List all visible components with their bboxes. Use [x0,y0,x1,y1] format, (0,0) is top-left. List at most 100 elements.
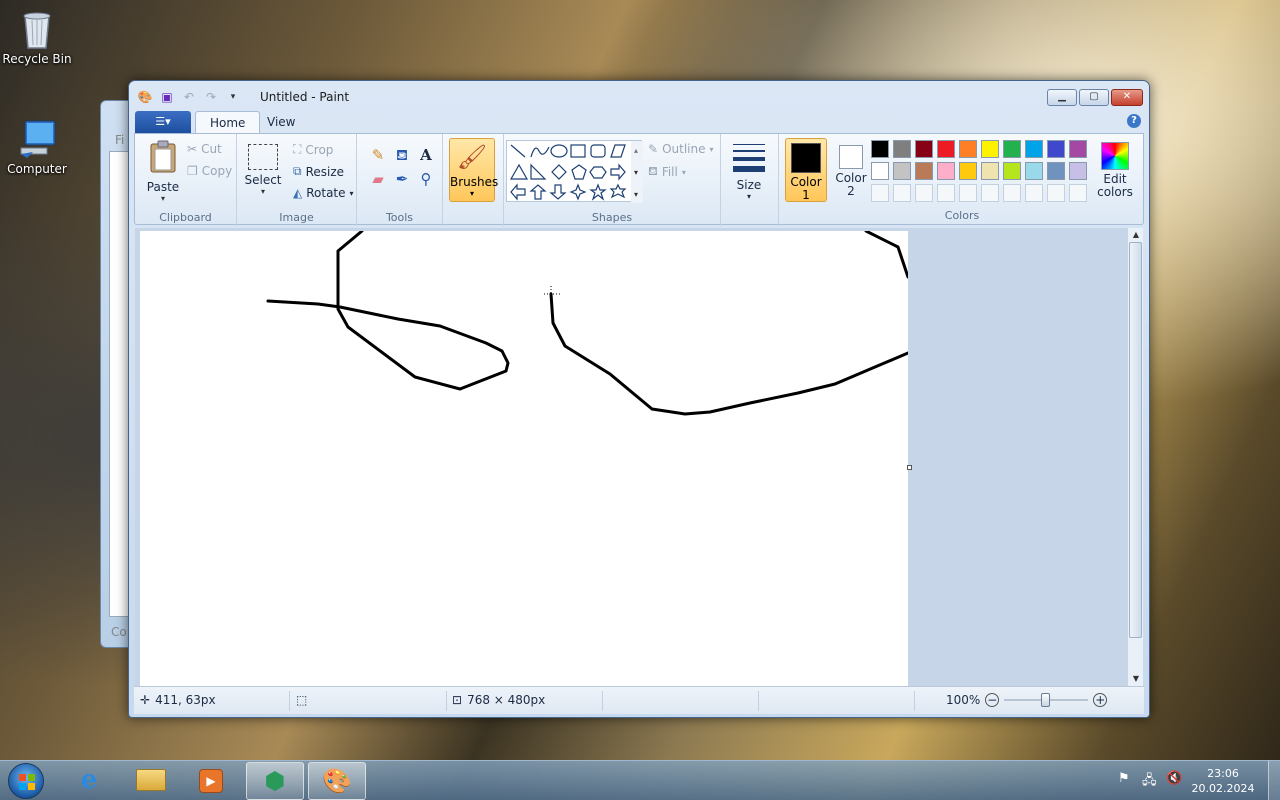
eraser-icon[interactable]: ▰ [367,168,389,190]
image-size-text: 768 × 480px [467,693,546,707]
palette-color-swatch[interactable] [981,140,999,158]
tab-view[interactable]: View [253,111,309,133]
pencil-icon[interactable]: ✎ [367,144,389,166]
start-button[interactable] [8,763,44,799]
color1-button[interactable]: Color 1 [785,138,827,202]
palette-custom-slot[interactable] [1047,184,1065,202]
cut-button[interactable]: ✂ Cut [187,142,222,156]
color1-number: 1 [802,188,810,202]
palette-color-swatch[interactable] [1047,162,1065,180]
taskbar-app-cube[interactable]: ⬢ [246,762,304,800]
select-button[interactable]: Select ▾ [243,140,283,196]
colors-group-label: Colors [944,209,980,222]
taskbar-internet-explorer[interactable]: e [60,762,118,800]
palette-custom-slot[interactable] [1025,184,1043,202]
clock[interactable]: 23:06 20.02.2024 [1190,766,1256,796]
palette-color-swatch[interactable] [893,162,911,180]
palette-color-swatch[interactable] [1003,162,1021,180]
crop-button[interactable]: ⛶ Crop [293,142,333,157]
palette-color-swatch[interactable] [871,140,889,158]
taskbar-media-player[interactable]: ▶ [182,762,240,800]
palette-custom-slot[interactable] [937,184,955,202]
save-icon[interactable]: ▣ [159,89,175,105]
vertical-scrollbar[interactable]: ▲ ▼ [1127,228,1143,686]
paint-window: 🎨 ▣ ↶ ↷ ▾ Untitled - Paint ▁ ▢ ✕ ☰▾ Home… [128,80,1150,718]
window-title: Untitled - Paint [260,90,350,104]
paste-dropdown-icon[interactable]: ▾ [143,194,183,203]
drawing-canvas[interactable] [140,229,910,686]
brushes-button[interactable]: 🖌 Brushes ▾ [449,138,498,202]
zoom-slider-thumb[interactable] [1041,693,1051,707]
desktop-icon-computer[interactable]: Computer [0,118,74,176]
select-dropdown-icon[interactable]: ▾ [243,187,283,196]
undo-icon[interactable]: ↶ [181,89,197,105]
palette-custom-slot[interactable] [981,184,999,202]
minimize-button[interactable]: ▁ [1047,89,1077,106]
brushes-dropdown-icon: ▾ [469,189,474,198]
zoom-slider[interactable] [1004,693,1089,707]
palette-color-swatch[interactable] [937,162,955,180]
palette-color-swatch[interactable] [959,140,977,158]
folder-icon [136,769,166,791]
cursor-position-text: 411, 63px [155,693,216,707]
scrollbar-thumb[interactable] [1129,242,1142,638]
title-bar[interactable]: 🎨 ▣ ↶ ↷ ▾ Untitled - Paint ▁ ▢ ✕ [129,81,1149,111]
color-picker-icon[interactable]: ✒ [391,168,413,190]
help-icon[interactable]: ? [1127,114,1141,128]
canvas-resize-handle[interactable] [907,465,912,470]
network-icon[interactable]: 🖧 [1142,771,1157,793]
palette-custom-slot[interactable] [959,184,977,202]
customize-toolbar-icon[interactable]: ▾ [225,89,241,105]
show-desktop-button[interactable] [1268,761,1280,800]
outline-dropdown-icon: ▾ [709,144,714,154]
palette-color-swatch[interactable] [1003,140,1021,158]
text-icon[interactable]: A [415,144,437,166]
palette-custom-slot[interactable] [1003,184,1021,202]
palette-color-swatch[interactable] [937,140,955,158]
redo-icon[interactable]: ↷ [203,89,219,105]
palette-color-swatch[interactable] [1069,162,1087,180]
action-center-flag-icon[interactable]: ⚑ [1118,771,1130,786]
desktop-icon-recycle-bin[interactable]: Recycle Bin [0,8,74,66]
paint-app-icon[interactable]: 🎨 [137,89,153,105]
close-button[interactable]: ✕ [1111,89,1143,106]
size-button[interactable]: Size ▾ [729,140,769,201]
palette-custom-slot[interactable] [915,184,933,202]
rotate-button[interactable]: ◭ Rotate ▾ [293,186,354,200]
zoom-in-icon[interactable]: + [1093,693,1108,707]
fill-bucket-icon[interactable]: ⛾ [391,144,413,166]
palette-color-swatch[interactable] [915,162,933,180]
palette-custom-slot[interactable] [871,184,889,202]
palette-color-swatch[interactable] [893,140,911,158]
shapes-gallery-icons[interactable]: ▴ ▾ ▾ [507,141,643,203]
palette-color-swatch[interactable] [1025,162,1043,180]
resize-button[interactable]: ⧉ Resize [293,164,344,179]
volume-muted-icon[interactable]: 🔇 [1166,771,1182,786]
palette-custom-slot[interactable] [893,184,911,202]
color2-button[interactable]: Color 2 [831,138,871,198]
select-icon [248,144,278,170]
palette-color-swatch[interactable] [915,140,933,158]
palette-color-swatch[interactable] [959,162,977,180]
scroll-up-arrow-icon[interactable]: ▲ [1128,228,1144,242]
edit-colors-button[interactable]: Edit colors [1091,138,1139,199]
copy-button[interactable]: ❐ Copy [187,164,232,178]
palette-custom-slot[interactable] [1069,184,1087,202]
paste-button[interactable]: Paste ▾ [143,140,183,203]
maximize-button[interactable]: ▢ [1079,89,1109,106]
zoom-out-icon[interactable]: − [985,693,1000,707]
scissors-icon: ✂ [187,142,198,156]
tab-home[interactable]: Home [195,111,261,133]
taskbar-paint[interactable]: 🎨 [308,762,366,800]
file-menu-button[interactable]: ☰▾ [135,111,191,133]
fill-button[interactable]: ⛾ Fill ▾ [648,164,686,180]
scroll-down-arrow-icon[interactable]: ▼ [1128,672,1144,686]
outline-button[interactable]: ✎ Outline ▾ [648,142,714,156]
palette-color-swatch[interactable] [1069,140,1087,158]
palette-color-swatch[interactable] [981,162,999,180]
palette-color-swatch[interactable] [1047,140,1065,158]
magnifier-icon[interactable]: ⚲ [415,168,437,190]
palette-color-swatch[interactable] [871,162,889,180]
palette-color-swatch[interactable] [1025,140,1043,158]
taskbar-file-explorer[interactable] [122,762,180,800]
